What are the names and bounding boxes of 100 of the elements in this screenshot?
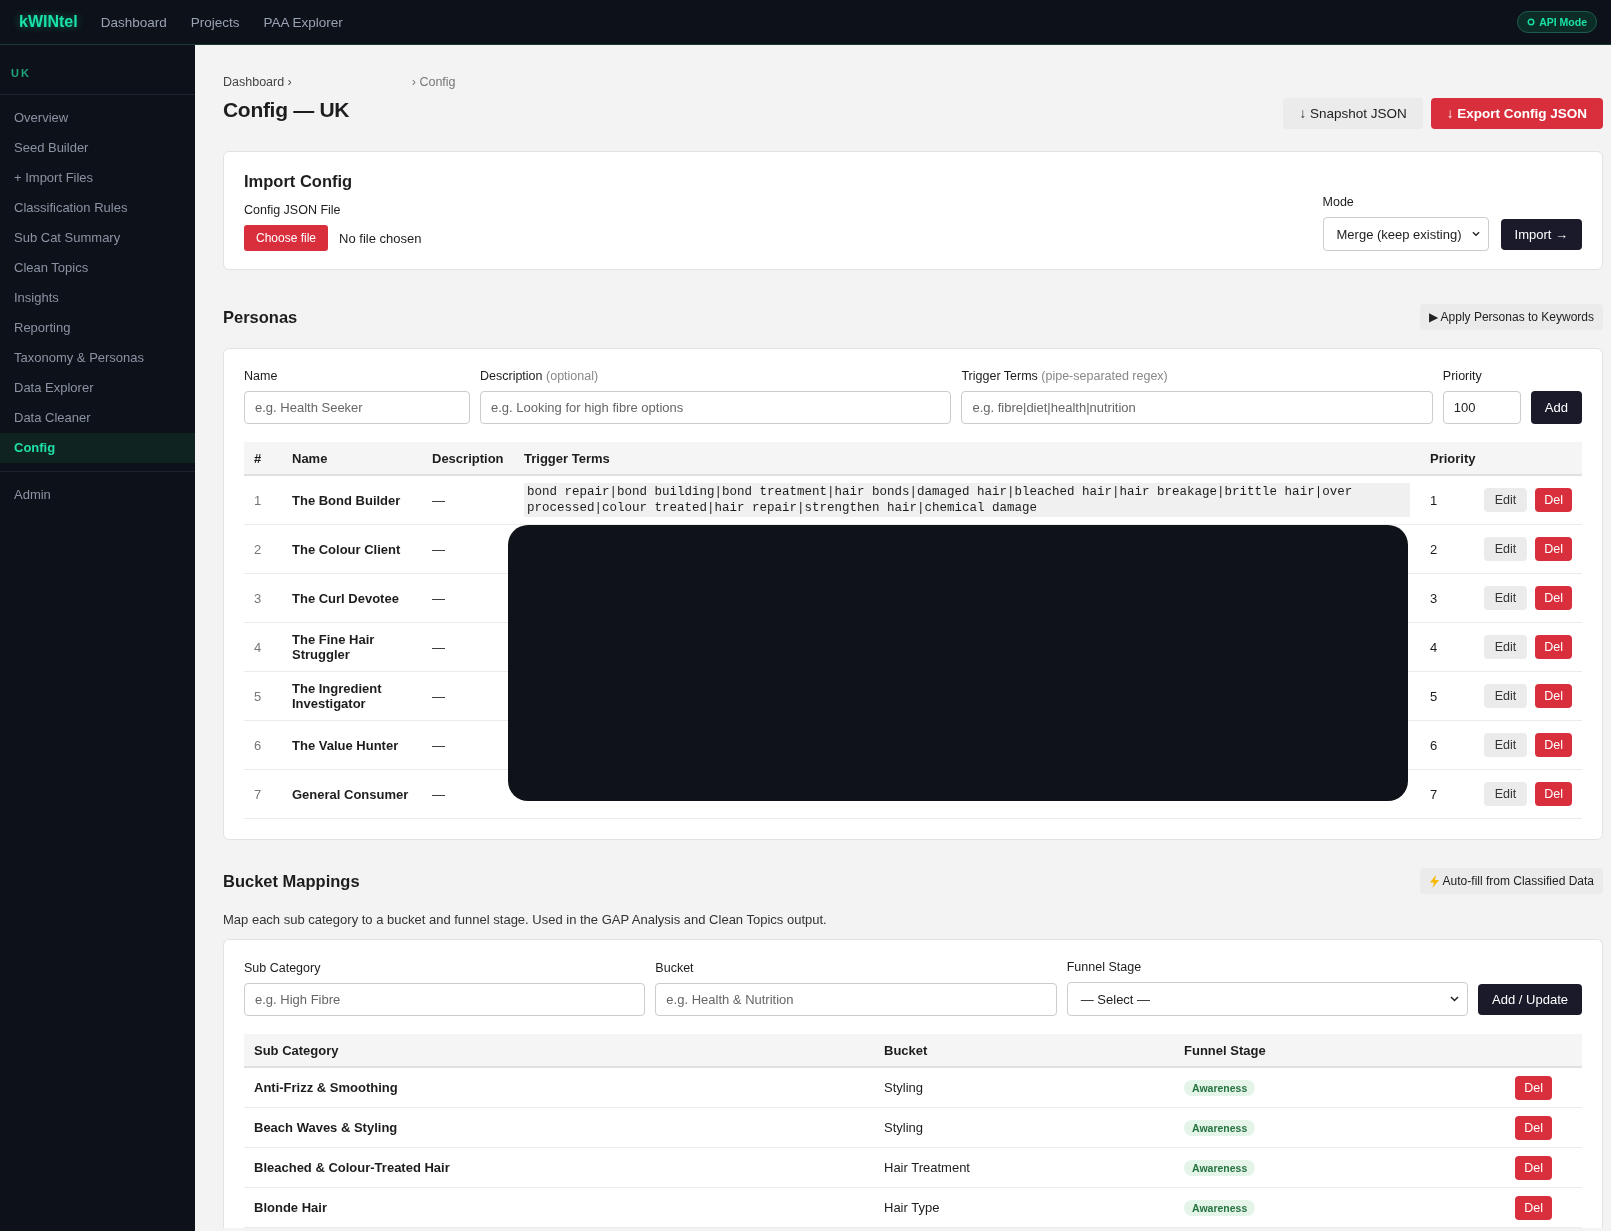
choose-file-button[interactable]: Choose file xyxy=(244,225,329,251)
table-cell: Hair Type xyxy=(874,1187,1174,1228)
nav-link[interactable]: PAA Explorer xyxy=(263,14,343,30)
sidebar-item[interactable]: Taxonomy & Personas xyxy=(0,343,195,373)
table-cell: Hair Treatment xyxy=(874,1147,1174,1188)
row-number: 7 xyxy=(244,769,282,819)
table-cell: — xyxy=(422,769,514,819)
field-label: Priority xyxy=(1442,369,1483,383)
sidebar-item[interactable]: Data Cleaner xyxy=(0,403,195,433)
delete-button[interactable]: Del xyxy=(1535,586,1572,610)
edit-button[interactable]: Edit xyxy=(1483,537,1528,561)
snapshot-button[interactable]: ↓ Snapshot JSON xyxy=(1283,98,1423,129)
nav-link[interactable]: Projects xyxy=(190,14,240,30)
delete-button[interactable]: Del xyxy=(1535,537,1572,561)
lightning-icon xyxy=(1428,874,1440,888)
edit-button[interactable]: Edit xyxy=(1483,782,1528,806)
sidebar-item[interactable]: Classification Rules xyxy=(0,193,195,223)
edit-button[interactable]: Edit xyxy=(1483,586,1528,610)
sidebar-item[interactable]: Sub Cat Summary xyxy=(0,223,195,253)
field-label: Sub Category xyxy=(244,961,322,975)
text-field[interactable]: e.g. Looking for high fibre options xyxy=(480,391,952,424)
apply-personas-button[interactable]: ▶ Apply Personas to Keywords xyxy=(1419,304,1603,330)
sidebar-item[interactable]: Config xyxy=(0,433,195,463)
edit-button[interactable]: Edit xyxy=(1483,684,1528,708)
table-cell: Beach Waves & Styling xyxy=(244,1107,874,1148)
sidebar-item[interactable]: + Import Files xyxy=(0,163,195,193)
table-cell: The Ingredient Investigator xyxy=(282,671,422,721)
market-label: UK xyxy=(10,66,32,81)
export-button[interactable]: ↓ Export Config JSON xyxy=(1430,98,1603,129)
table-cell: The Colour Client xyxy=(282,524,422,574)
row-number: 6 xyxy=(244,720,282,770)
column-header: Name xyxy=(282,442,422,475)
text-field[interactable]: e.g. Health & Nutrition xyxy=(655,983,1057,1016)
delete-button[interactable]: Del xyxy=(1535,635,1572,659)
stage-badge: Awareness xyxy=(1184,1160,1256,1176)
table-cell: 6 xyxy=(1420,720,1482,770)
delete-button[interactable]: Del xyxy=(1515,1195,1552,1220)
table-cell: General Consumer xyxy=(282,769,422,819)
field-label: Mode xyxy=(1322,195,1355,209)
mode-select[interactable]: Merge (keep existing) xyxy=(1322,217,1489,251)
delete-button[interactable]: Del xyxy=(1515,1155,1552,1180)
autofill-button[interactable]: Auto-fill from Classified Data xyxy=(1419,868,1603,894)
breadcrumb-item[interactable]: Dashboard › xyxy=(223,75,292,89)
import-button[interactable]: Import → xyxy=(1500,219,1582,250)
delete-button[interactable]: Del xyxy=(1515,1075,1552,1100)
table-cell: 7 xyxy=(1420,769,1482,819)
field-label: Description (optional) xyxy=(480,369,600,383)
table-cell: The Value Hunter xyxy=(282,720,422,770)
text-field[interactable]: e.g. Health Seeker xyxy=(244,391,470,424)
sidebar-item[interactable]: Reporting xyxy=(0,313,195,343)
add-button[interactable]: Add xyxy=(1530,391,1582,424)
sidebar-item[interactable]: Insights xyxy=(0,283,195,313)
table-cell: 1 xyxy=(1420,475,1482,525)
column-header: Sub Category xyxy=(244,1034,874,1067)
field-label: Bucket xyxy=(655,961,695,975)
table-cell: — xyxy=(422,475,514,525)
table-cell: Styling xyxy=(874,1067,1174,1108)
table-cell: Styling xyxy=(874,1107,1174,1148)
sidebar-item[interactable]: Data Explorer xyxy=(0,373,195,403)
edit-button[interactable]: Edit xyxy=(1483,635,1528,659)
row-number: 3 xyxy=(244,573,282,623)
sidebar-item[interactable]: Overview xyxy=(0,103,195,133)
sidebar-item[interactable]: Admin xyxy=(0,480,195,510)
text-field[interactable]: e.g. fibre|diet|health|nutrition xyxy=(961,391,1433,424)
table-cell: The Bond Builder xyxy=(282,475,422,525)
delete-button[interactable]: Del xyxy=(1535,488,1572,512)
table-cell: Bleached & Colour-Treated Hair xyxy=(244,1147,874,1188)
stage-badge: Awareness xyxy=(1184,1080,1256,1096)
row-number: 1 xyxy=(244,475,282,525)
circle-icon xyxy=(1527,18,1536,26)
delete-button[interactable]: Del xyxy=(1535,733,1572,757)
trigger-terms: bond repair|bond building|bond treatment|hair bonds|damaged hair|bleached hair|hair breakage|brittle hair|over processed|colour treated|hair repair|strengthen hair|chemical damage xyxy=(524,483,1410,517)
section-title: Bucket Mappings xyxy=(223,871,360,891)
column-header: Priority xyxy=(1420,442,1482,475)
edit-button[interactable]: Edit xyxy=(1483,488,1528,512)
add-update-button[interactable]: Add / Update xyxy=(1478,984,1582,1015)
edit-button[interactable]: Edit xyxy=(1483,733,1528,757)
stage-badge: Awareness xyxy=(1184,1200,1256,1216)
section-description: Map each sub category to a bucket and funnel stage. Used in the GAP Analysis and Clean Topics output. xyxy=(223,912,828,927)
column-header: Description xyxy=(422,442,514,475)
row-number: 2 xyxy=(244,524,282,574)
sidebar-item[interactable]: Clean Topics xyxy=(0,253,195,283)
brand-logo[interactable]: kWINtel xyxy=(19,13,78,31)
chevron-icon xyxy=(1450,996,1460,1002)
api-mode-badge: API Mode xyxy=(1517,11,1597,33)
delete-button[interactable]: Del xyxy=(1535,782,1572,806)
funnel-stage-select[interactable]: — Select — xyxy=(1066,982,1469,1016)
sidebar-item[interactable]: Seed Builder xyxy=(0,133,195,163)
column-header: Funnel Stage xyxy=(1174,1034,1492,1067)
table-cell: Anti-Frizz & Smoothing xyxy=(244,1067,874,1108)
delete-button[interactable]: Del xyxy=(1535,684,1572,708)
text-field[interactable]: 100 xyxy=(1442,391,1521,424)
field-label: Trigger Terms (pipe-separated regex) xyxy=(961,369,1169,383)
nav-link[interactable]: Dashboard xyxy=(100,14,167,30)
text-field[interactable]: e.g. High Fibre xyxy=(244,983,646,1016)
row-number: 4 xyxy=(244,622,282,672)
file-status: No file chosen xyxy=(339,230,422,246)
delete-button[interactable]: Del xyxy=(1515,1115,1552,1140)
breadcrumb-item[interactable]: › Config xyxy=(411,75,456,89)
table-cell: 4 xyxy=(1420,622,1482,672)
